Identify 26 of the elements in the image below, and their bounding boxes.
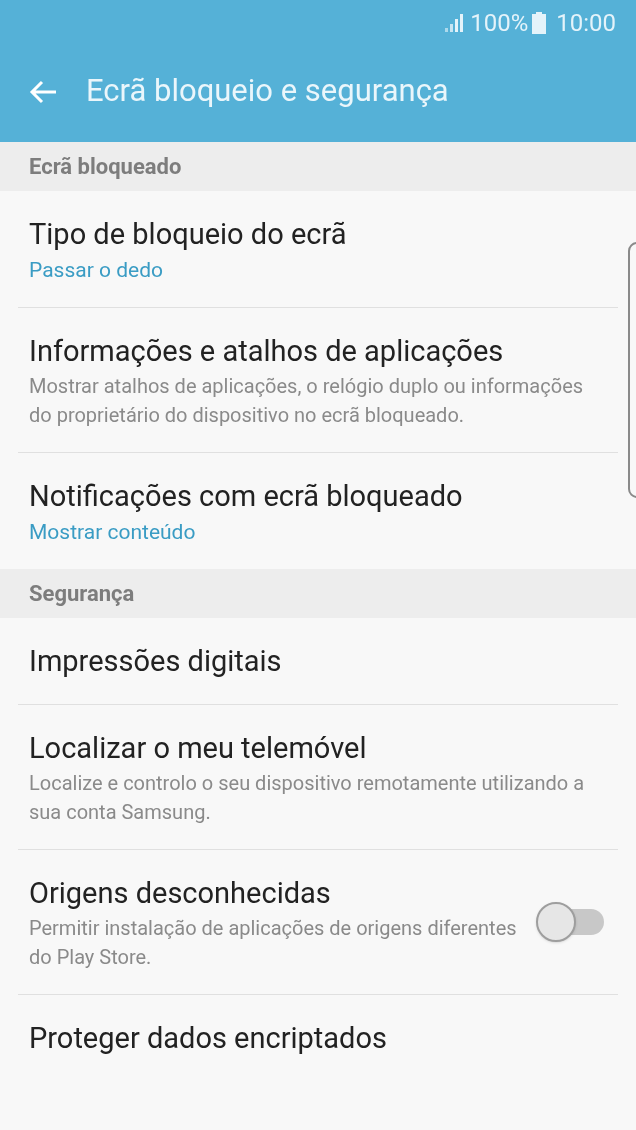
item-subtitle: Passar o dedo [29, 257, 164, 284]
settings-item[interactable]: Proteger dados encriptados [18, 995, 618, 1081]
item-title: Localizar o meu telemóvel [29, 730, 368, 767]
item-title: Tipo de bloqueio do ecrã [29, 216, 348, 253]
item-subtitle: Mostrar conteúdo [29, 519, 197, 546]
item-title: Notificações com ecrã bloqueado [29, 478, 464, 515]
battery-icon [532, 11, 547, 34]
section-header: Ecrã bloqueado [0, 142, 636, 191]
item-title: Proteger dados encriptados [29, 1020, 388, 1057]
toggle-switch[interactable] [536, 901, 604, 943]
item-title: Origens desconhecidas [29, 875, 332, 912]
item-title: Informações e atalhos de aplicações [29, 333, 505, 370]
screen-title: Ecrã bloqueio e segurança [86, 71, 449, 112]
settings-item[interactable]: Tipo de bloqueio do ecrã Passar o dedo [18, 191, 618, 307]
item-subtitle: Permitir instalação de aplicações de origens diferentes do Play Store. [29, 915, 518, 971]
settings-item[interactable]: Origens desconhecidas Permitir instalação de aplicações de origens diferentes do Play Store. [18, 850, 618, 994]
settings-item[interactable]: Impressões digitais [18, 618, 618, 704]
settings-item[interactable]: Localizar o meu telemóvel Localize e controlo o seu dispositivo remotamente utilizando a sua conta Samsung. [18, 705, 618, 849]
settings-item[interactable]: Informações e atalhos de aplicações Mostrar atalhos de aplicações, o relógio duplo ou informações do proprietário do dispositivo no ecrã bloqueado. [18, 308, 618, 452]
clock: 10:00 [556, 7, 616, 39]
settings-item[interactable]: Notificações com ecrã bloqueado Mostrar conteúdo [18, 453, 618, 569]
section-header: Segurança [0, 569, 636, 618]
item-subtitle: Localize e controlo o seu dispositivo remotamente utilizando a sua conta Samsung. [29, 770, 586, 826]
item-title: Impressões digitais [29, 643, 283, 680]
battery-level: 100% [470, 7, 529, 39]
item-subtitle: Mostrar atalhos de aplicações, o relógio duplo ou informações do proprietário do dispositivo no ecrã bloqueado. [29, 373, 585, 429]
